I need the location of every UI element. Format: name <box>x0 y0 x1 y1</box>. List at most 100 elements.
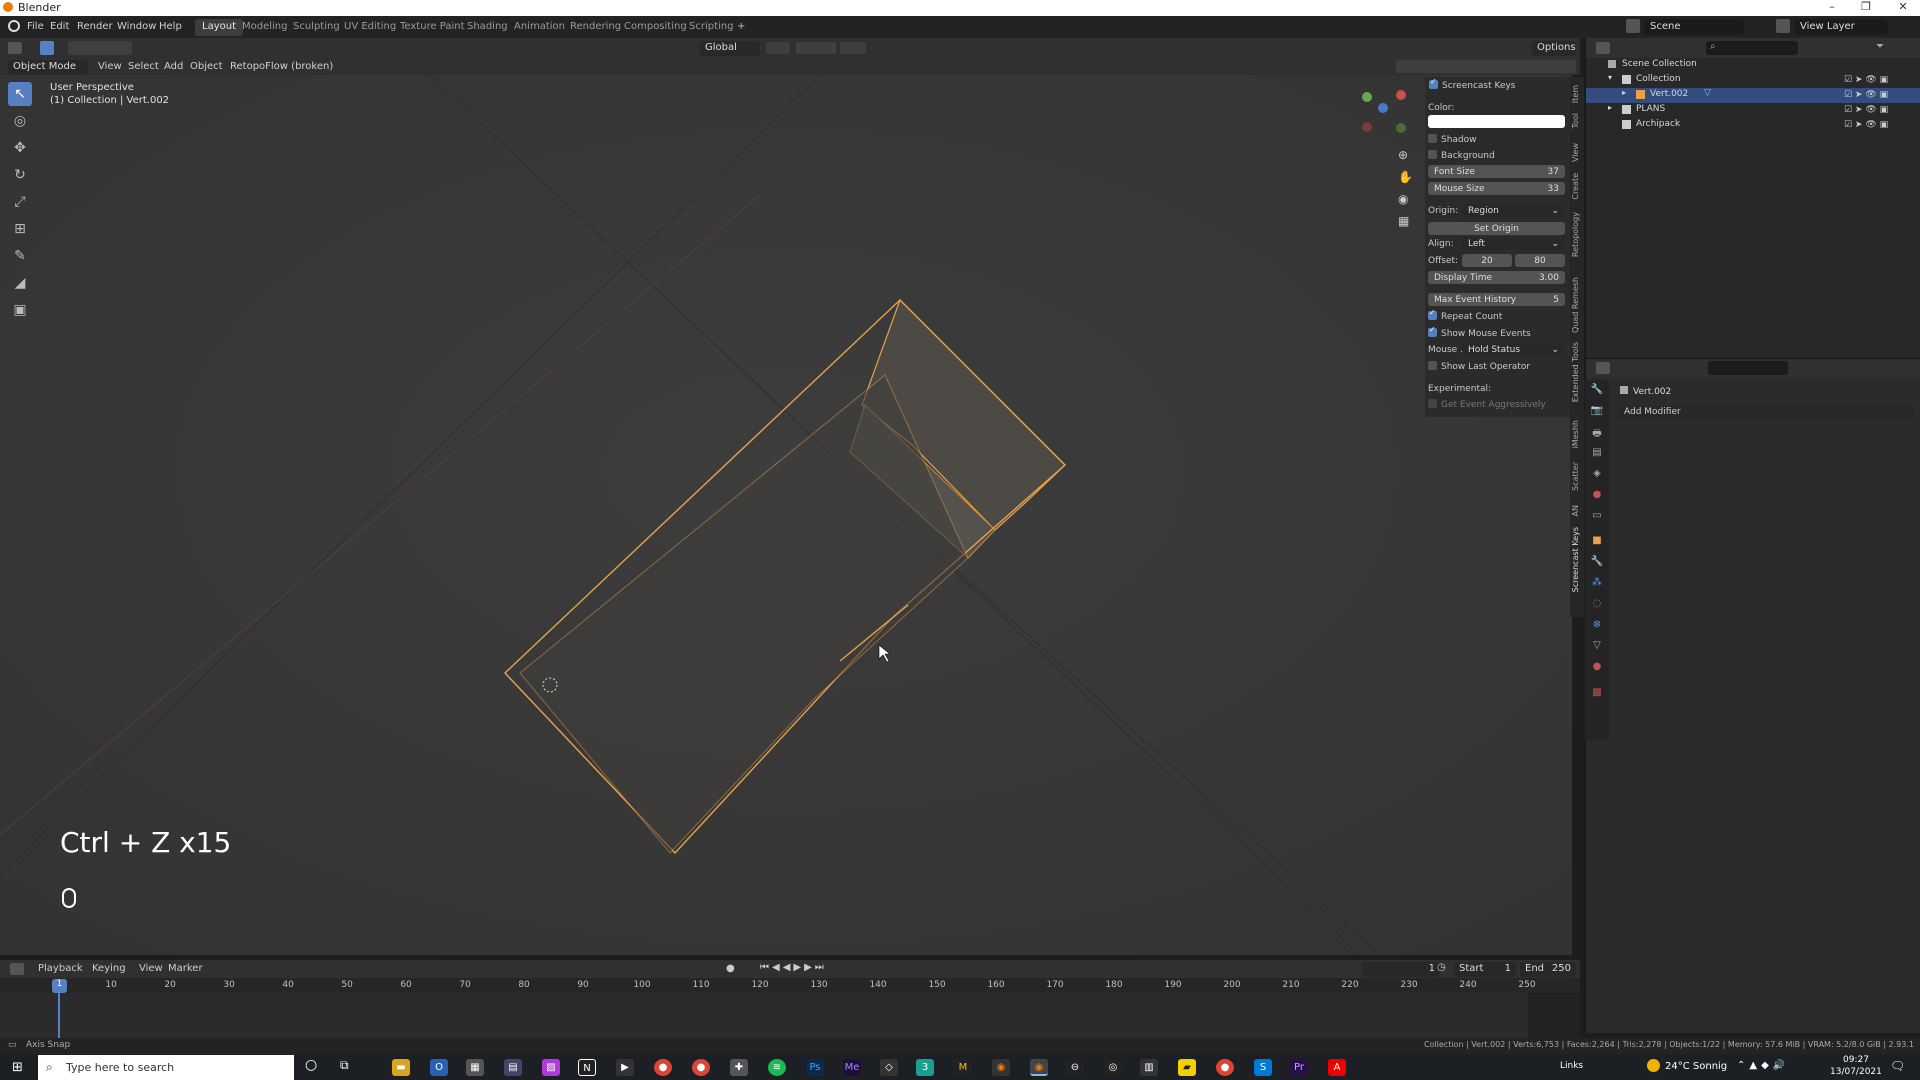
cortana-icon[interactable]: ○ <box>305 1057 317 1073</box>
app-icon[interactable]: 3 <box>916 1059 934 1076</box>
tray-icons[interactable]: ⌃▲◆🔊 <box>1737 1060 1789 1071</box>
physics-props-icon[interactable]: ◌ <box>1590 598 1604 612</box>
app-icon[interactable]: ▤ <box>504 1059 522 1076</box>
cursor-tool-icon[interactable]: ◎ <box>8 109 32 133</box>
viewport-menu-add[interactable]: Add <box>164 61 183 72</box>
view-layer-field[interactable]: View Layer <box>1794 19 1888 35</box>
show-mouse-events-checkbox[interactable]: Show Mouse Events <box>1428 325 1531 339</box>
max-event-history-field[interactable]: Max Event History 5 <box>1428 293 1565 306</box>
object-props-icon[interactable]: ■ <box>1590 535 1604 549</box>
app-icon[interactable]: ◇ <box>880 1059 898 1076</box>
end-frame-field[interactable]: End 250 <box>1520 962 1576 977</box>
collection-props-icon[interactable]: ▭ <box>1590 510 1604 524</box>
playhead[interactable]: 1 <box>52 979 67 993</box>
add-modifier-dropdown[interactable]: Add Modifier <box>1618 406 1915 420</box>
media-encoder-icon[interactable]: Me <box>843 1059 861 1076</box>
spotify-icon[interactable]: ≋ <box>768 1059 786 1076</box>
3d-viewport[interactable] <box>0 75 1572 955</box>
tab-create[interactable]: Create <box>1571 173 1580 200</box>
tab-imeshh[interactable]: iMeshh <box>1571 420 1580 448</box>
timeline-menu-view[interactable]: View <box>139 963 163 974</box>
color-swatch[interactable] <box>1428 115 1565 128</box>
rotate-tool-icon[interactable]: ↻ <box>8 163 32 187</box>
app-icon[interactable]: ▥ <box>1140 1059 1158 1076</box>
render-props-icon[interactable]: 📷 <box>1590 405 1604 419</box>
calculator-icon[interactable]: ▦ <box>466 1059 484 1076</box>
blender-icon[interactable]: ◉ <box>1030 1059 1048 1076</box>
scene-icon[interactable] <box>1626 19 1640 33</box>
mouse-size-field[interactable]: Mouse Size 33 <box>1428 182 1565 195</box>
mode-dropdown[interactable]: Object Mode <box>8 60 88 75</box>
visibility-toggles[interactable]: ☑ ➤ 👁 ▣ ☑ ➤ 👁 ▣ ☑ ➤ 👁 ▣ ☑ ➤ 👁 ▣ <box>1844 75 1916 131</box>
chrome-icon[interactable]: ● <box>692 1059 710 1076</box>
background-checkbox[interactable]: Background <box>1428 150 1495 161</box>
filter-icon[interactable]: ⏷ <box>1876 41 1884 52</box>
app-icon[interactable]: ◎ <box>1104 1059 1122 1076</box>
close-icon[interactable]: ✕ <box>1893 0 1913 13</box>
get-event-aggressively-checkbox[interactable]: Get Event Aggressively <box>1428 399 1546 410</box>
app-icon[interactable]: ✚ <box>730 1059 748 1076</box>
data-props-icon[interactable]: ▽ <box>1590 640 1604 654</box>
annotate-tool-icon[interactable]: ✎ <box>8 244 32 268</box>
timeline-editor-icon[interactable] <box>10 963 24 975</box>
shadow-checkbox[interactable]: Shadow <box>1428 134 1477 145</box>
photoshop-icon[interactable]: Ps <box>806 1059 824 1076</box>
snap-icon[interactable] <box>796 42 836 54</box>
set-origin-button[interactable]: Set Origin <box>1428 222 1565 235</box>
task-view-icon[interactable]: ⧉ <box>340 1058 349 1073</box>
properties-search-input[interactable] <box>1708 361 1788 375</box>
scale-tool-icon[interactable]: ⤢ <box>8 190 32 214</box>
panel-header[interactable]: Screencast Keys <box>1429 77 1516 91</box>
file-explorer-icon[interactable]: ▬ <box>392 1059 410 1076</box>
tab-tool[interactable]: Tool <box>1571 113 1580 129</box>
maximize-icon[interactable]: ❐ <box>1856 0 1876 13</box>
menu-help[interactable]: Help <box>159 21 182 32</box>
select-box-icon[interactable] <box>40 41 54 55</box>
app-icon[interactable]: S <box>1254 1059 1272 1076</box>
current-frame-field[interactable]: 1 <box>1362 962 1440 977</box>
links-label[interactable]: Links <box>1560 1061 1583 1071</box>
select-tool-icon[interactable]: ↖ <box>8 82 32 106</box>
weather-label[interactable]: 24°C Sonnig <box>1665 1061 1727 1072</box>
tab-screencast-keys[interactable]: Screencast Keys <box>1571 527 1580 592</box>
offset-y-field[interactable]: 80 <box>1515 254 1565 267</box>
show-last-operator-checkbox[interactable]: Show Last Operator <box>1428 361 1530 372</box>
menu-window[interactable]: Window <box>117 21 156 32</box>
camera-view-icon[interactable]: ◉ <box>1398 192 1408 206</box>
scene-props-icon[interactable]: ◈ <box>1590 468 1604 482</box>
outliner-editor-icon[interactable] <box>1596 42 1610 54</box>
world-props-icon[interactable]: ● <box>1590 489 1604 503</box>
taskbar-search-input[interactable]: ⌕ Type here to search <box>38 1055 294 1080</box>
display-time-field[interactable]: Display Time 3.00 <box>1428 271 1565 284</box>
add-cube-tool-icon[interactable]: ▣ <box>8 298 32 322</box>
orientation-dropdown[interactable]: Global <box>700 41 760 56</box>
app-icon[interactable]: ▨ <box>542 1059 560 1076</box>
sticky-notes-icon[interactable]: ▰ <box>1178 1059 1196 1076</box>
selection-mode-buttons[interactable] <box>68 41 132 55</box>
timeline-menu-playback[interactable]: Playback <box>38 963 83 974</box>
blender-menu-icon[interactable] <box>8 20 20 32</box>
output-props-icon[interactable]: 🖶 <box>1590 426 1604 440</box>
premiere-icon[interactable]: Pr <box>1290 1059 1308 1076</box>
offset-x-field[interactable]: 20 <box>1462 254 1512 267</box>
app-icon[interactable]: M <box>954 1059 972 1076</box>
pan-hand-icon[interactable]: ✋ <box>1398 170 1413 184</box>
tab-view[interactable]: View <box>1571 143 1580 162</box>
scene-field[interactable]: Scene <box>1644 19 1744 35</box>
add-workspace-icon[interactable]: + <box>730 19 752 36</box>
options-dropdown[interactable]: Options <box>1532 41 1576 56</box>
app-icon[interactable]: ▶ <box>616 1059 634 1076</box>
viewport-menu-object[interactable]: Object <box>190 61 223 72</box>
tool-props-icon[interactable]: 🔧 <box>1590 384 1604 398</box>
notion-icon[interactable]: N <box>578 1059 596 1076</box>
transform-tool-icon[interactable]: ⊞ <box>8 217 32 241</box>
retopoflow-menu[interactable]: RetopoFlow (broken) <box>230 61 333 72</box>
tab-scatter[interactable]: Scatter <box>1571 462 1580 491</box>
outliner-search-input[interactable] <box>1706 41 1798 55</box>
tab-quad-remesh[interactable]: Quad Remesh <box>1571 277 1580 333</box>
viewport-menu-select[interactable]: Select <box>128 61 159 72</box>
timeline[interactable]: 1102030405060708090100110120130140150160… <box>0 978 1580 1038</box>
particles-props-icon[interactable]: ⁂ <box>1590 577 1604 591</box>
outliner-row[interactable]: Scene Collection <box>1586 58 1920 73</box>
timeline-menu-keying[interactable]: Keying <box>92 963 126 974</box>
